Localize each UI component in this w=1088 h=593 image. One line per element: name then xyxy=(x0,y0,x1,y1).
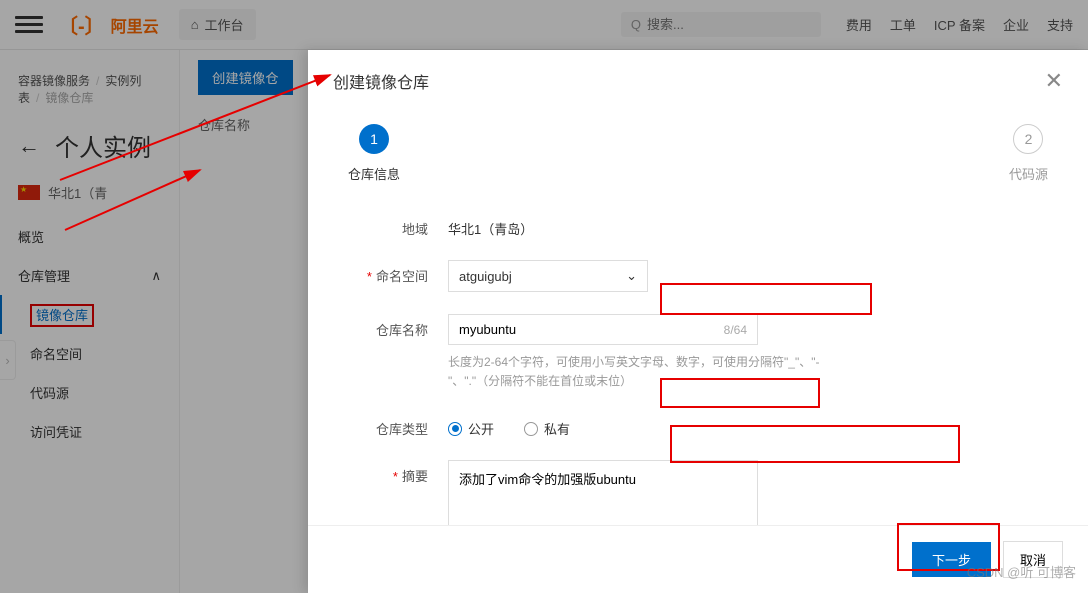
radio-dot-unchecked xyxy=(524,422,538,436)
create-repo-modal: 创建镜像仓库 ✕ 1 仓库信息 2 代码源 地域 华北1（青岛） *命名空间 a… xyxy=(308,50,1088,593)
close-icon[interactable]: ✕ xyxy=(1045,68,1063,94)
reponame-input[interactable] xyxy=(459,322,724,337)
namespace-select[interactable]: atguigubj ⌄ xyxy=(448,260,648,292)
radio-dot-checked xyxy=(448,422,462,436)
chevron-down-icon: ⌄ xyxy=(626,268,637,284)
watermark: CSDN @听 可博客 xyxy=(967,562,1076,581)
step-1-circle: 1 xyxy=(359,124,389,154)
label-repotype: 仓库类型 xyxy=(338,413,448,438)
modal-body: 1 仓库信息 2 代码源 地域 华北1（青岛） *命名空间 atguigubj … xyxy=(308,104,1088,525)
step-indicator: 1 仓库信息 2 代码源 xyxy=(348,124,1048,183)
modal-header: 创建镜像仓库 ✕ xyxy=(308,50,1088,104)
label-region: 地域 xyxy=(338,213,448,238)
value-region: 华北1（青岛） xyxy=(448,213,1058,238)
step-1: 1 仓库信息 xyxy=(348,124,400,183)
label-reponame: 仓库名称 xyxy=(338,314,448,339)
repotype-radio-group: 公开 私有 xyxy=(448,413,1058,438)
step-2-label: 代码源 xyxy=(1009,164,1048,183)
radio-private[interactable]: 私有 xyxy=(524,419,570,438)
step-2-circle: 2 xyxy=(1013,124,1043,154)
reponame-counter: 8/64 xyxy=(724,323,747,337)
reponame-hint: 长度为2-64个字符，可使用小写英文字母、数字，可使用分隔符"_"、"-"、".… xyxy=(448,353,868,391)
step-1-label: 仓库信息 xyxy=(348,164,400,183)
reponame-input-wrap: 8/64 xyxy=(448,314,758,345)
label-namespace: *命名空间 xyxy=(338,260,448,285)
row-region: 地域 华北1（青岛） xyxy=(338,213,1058,238)
summary-textarea[interactable] xyxy=(459,469,747,525)
row-summary: *摘要 18/100 xyxy=(338,460,1058,525)
row-reponame: 仓库名称 8/64 长度为2-64个字符，可使用小写英文字母、数字，可使用分隔符… xyxy=(338,314,1058,391)
namespace-value: atguigubj xyxy=(459,269,512,284)
modal-title: 创建镜像仓库 xyxy=(333,69,429,93)
row-namespace: *命名空间 atguigubj ⌄ xyxy=(338,260,1058,292)
label-summary: *摘要 xyxy=(338,460,448,485)
modal-footer: 下一步 取消 xyxy=(308,525,1088,593)
step-2: 2 代码源 xyxy=(1009,124,1048,183)
summary-textarea-wrap: 18/100 xyxy=(448,460,758,525)
radio-public[interactable]: 公开 xyxy=(448,419,494,438)
row-repotype: 仓库类型 公开 私有 xyxy=(338,413,1058,438)
